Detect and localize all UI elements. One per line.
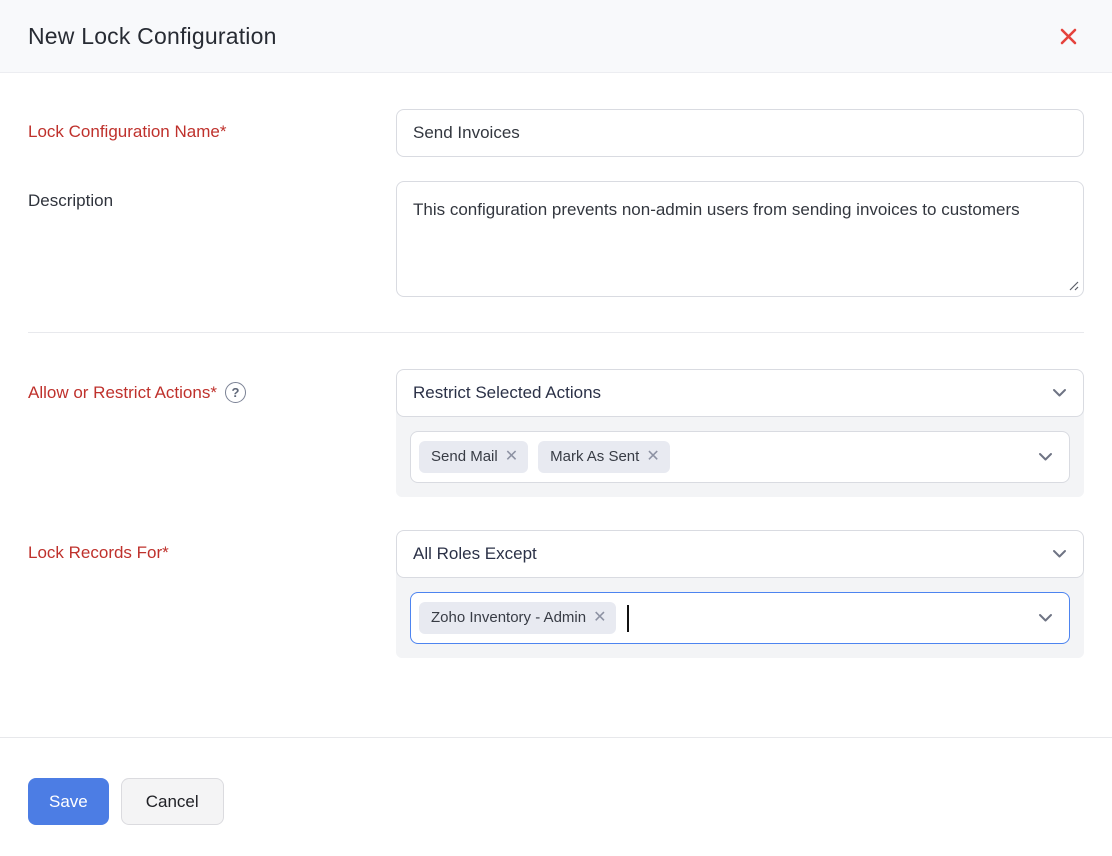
chevron-down-icon[interactable] (1038, 613, 1053, 623)
help-icon[interactable]: ? (225, 382, 246, 403)
chip-remove-icon[interactable]: ✕ (505, 449, 518, 465)
roles-mode-selected-value: All Roles Except (413, 544, 537, 564)
form-row-actions: Allow or Restrict Actions* ? Restrict Se… (28, 369, 1084, 497)
new-lock-configuration-dialog: New Lock Configuration Lock Configuratio… (0, 0, 1112, 856)
save-button[interactable]: Save (28, 778, 109, 825)
lock-configuration-name-label: Lock Configuration Name* (28, 109, 396, 142)
close-icon (1059, 27, 1078, 46)
actions-mode-select[interactable]: Restrict Selected Actions (396, 369, 1084, 417)
chip-label: Send Mail (431, 448, 498, 465)
roles-mode-select[interactable]: All Roles Except (396, 530, 1084, 578)
page-title: New Lock Configuration (28, 23, 277, 50)
lock-configuration-name-input[interactable] (396, 109, 1084, 157)
lock-records-for-label: Lock Records For* (28, 530, 396, 563)
chip-label: Zoho Inventory - Admin (431, 609, 586, 626)
description-textarea[interactable]: This configuration prevents non-admin us… (396, 181, 1084, 297)
allow-restrict-actions-label-wrap: Allow or Restrict Actions* ? (28, 369, 396, 403)
section-divider (28, 332, 1084, 333)
chip-label: Mark As Sent (550, 448, 639, 465)
chip-remove-icon[interactable]: ✕ (593, 610, 606, 626)
dialog-footer: Save Cancel (0, 737, 1112, 856)
chevron-down-icon[interactable] (1038, 452, 1053, 462)
chevron-down-icon (1052, 388, 1067, 398)
dialog-header: New Lock Configuration (0, 0, 1112, 73)
form-row-name: Lock Configuration Name* (28, 109, 1084, 157)
form-row-roles: Lock Records For* All Roles Except Zoho … (28, 530, 1084, 658)
chevron-down-icon (1052, 549, 1067, 559)
description-label: Description (28, 181, 396, 211)
roles-multiselect[interactable]: Zoho Inventory - Admin ✕ (410, 592, 1070, 644)
close-button[interactable] (1055, 23, 1082, 50)
dialog-body: Lock Configuration Name* Description Thi… (0, 73, 1112, 737)
roles-panel: Zoho Inventory - Admin ✕ (396, 572, 1084, 658)
text-cursor (627, 605, 629, 632)
chip-zoho-inventory-admin: Zoho Inventory - Admin ✕ (419, 602, 616, 634)
chip-send-mail: Send Mail ✕ (419, 441, 528, 473)
form-row-description: Description This configuration prevents … (28, 181, 1084, 297)
allow-restrict-actions-label: Allow or Restrict Actions* (28, 383, 217, 403)
chip-remove-icon[interactable]: ✕ (646, 449, 659, 465)
chip-mark-as-sent: Mark As Sent ✕ (538, 441, 670, 473)
actions-multiselect[interactable]: Send Mail ✕ Mark As Sent ✕ (410, 431, 1070, 483)
actions-mode-selected-value: Restrict Selected Actions (413, 383, 601, 403)
cancel-button[interactable]: Cancel (121, 778, 224, 825)
actions-panel: Send Mail ✕ Mark As Sent ✕ (396, 411, 1084, 497)
